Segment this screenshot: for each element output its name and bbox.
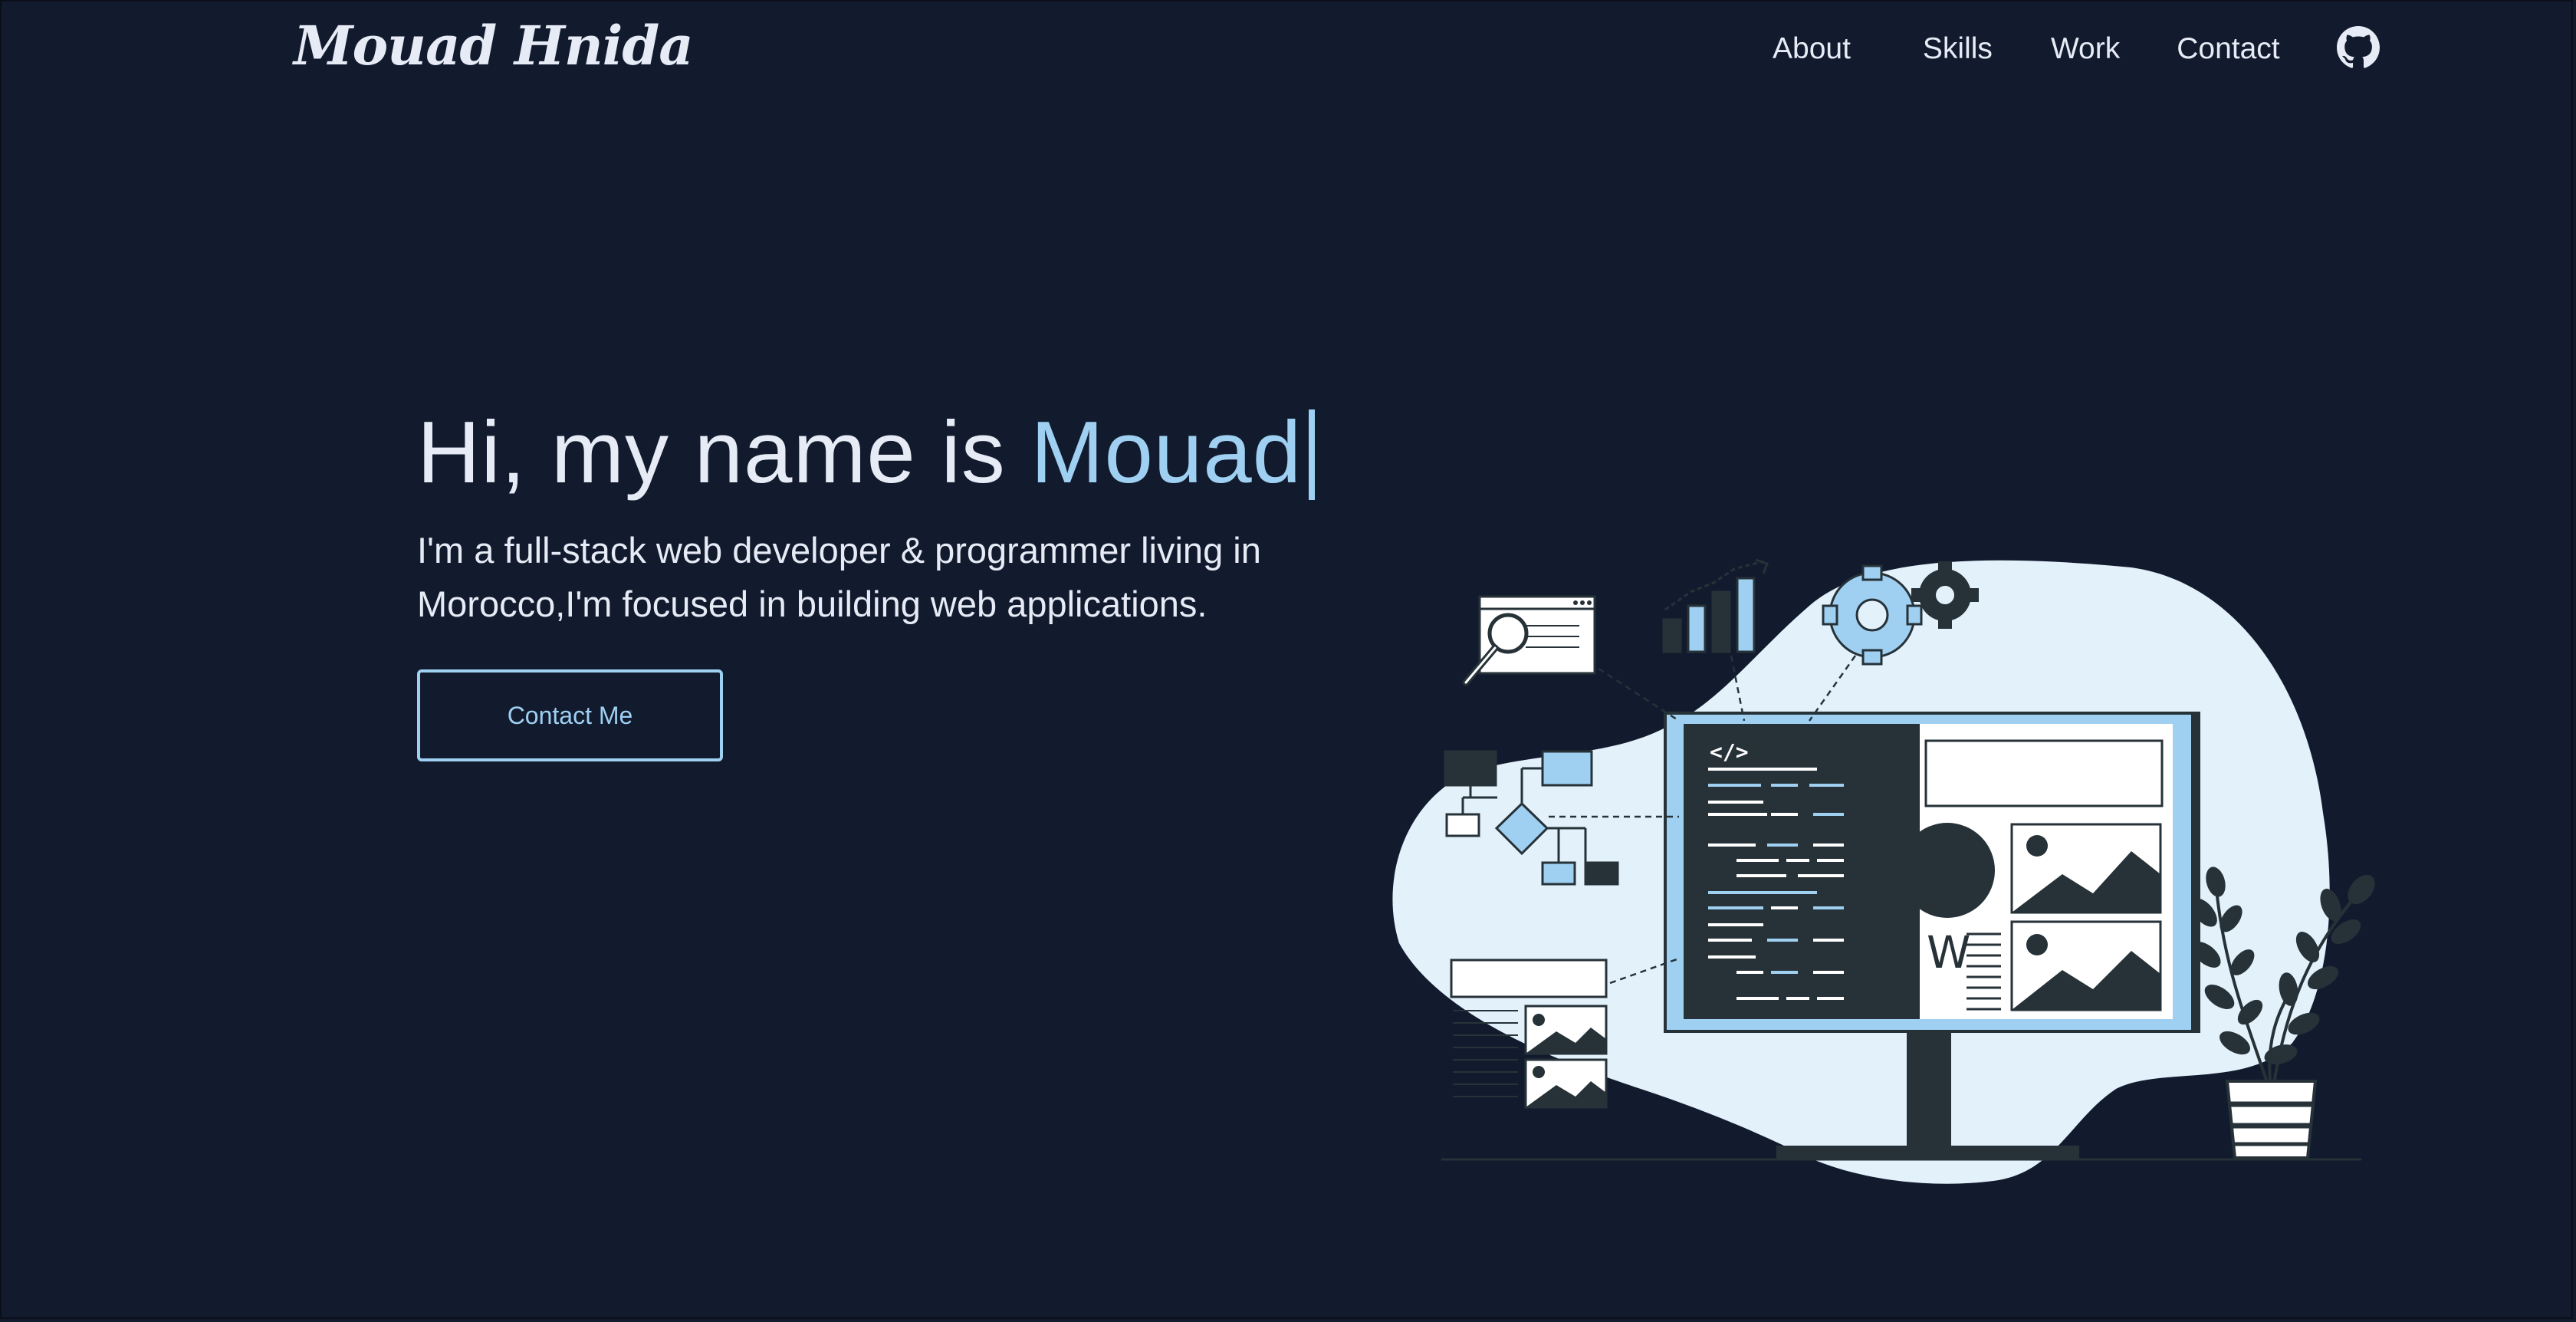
hero-subtitle: I'm a full-stack web developer & program… [417, 530, 1261, 624]
preview-header-box [1924, 739, 2164, 807]
nav-link-contact[interactable]: Contact [2177, 32, 2279, 66]
nav-link-skills[interactable]: Skills [1923, 32, 1993, 66]
code-tag: </> [1710, 739, 1749, 765]
logo[interactable]: Mouad Hnida [294, 14, 694, 77]
developer-illustration: </> W [1392, 558, 2375, 1184]
monitor-stand [1907, 1031, 1951, 1146]
nav-link-about[interactable]: About [1773, 32, 1851, 66]
typing-caret [1309, 409, 1315, 500]
github-icon[interactable] [2336, 26, 2380, 69]
navbar: Mouad Hnida About Skills Work Contact [0, 0, 2576, 100]
hero-name: Mouad [1030, 404, 1303, 502]
nav-link-work[interactable]: Work [2051, 32, 2120, 66]
monitor-base [1776, 1146, 2079, 1159]
preview-circle [1900, 823, 1995, 918]
search-window-icon [1462, 595, 1596, 686]
bar-chart-icon [1662, 558, 1769, 653]
monitor-shadow [2191, 713, 2200, 1031]
gallery-card-icon [1450, 959, 1608, 1109]
hero-greeting: Hi, my name is [417, 404, 1031, 502]
contact-me-button[interactable]: Contact Me [417, 669, 723, 761]
nav-links: About Skills Work Contact [1773, 26, 2380, 69]
w-letter: W [1927, 926, 1970, 978]
hero-title: Hi, my name is Mouad [417, 403, 1302, 503]
